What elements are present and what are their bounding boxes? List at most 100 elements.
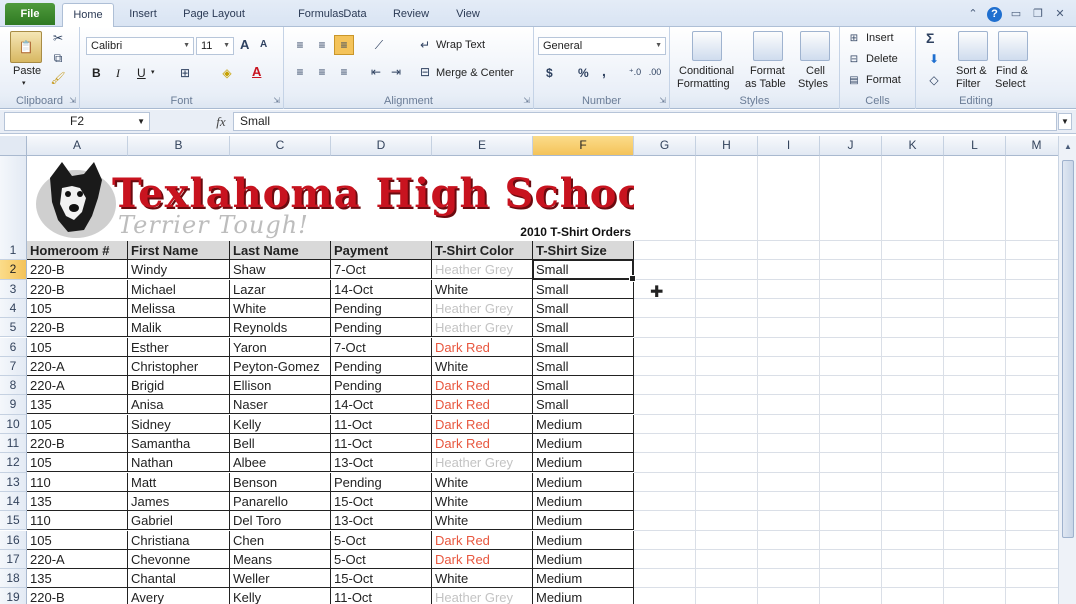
cell-styles-icon[interactable] [800,31,830,61]
table-cell[interactable]: 220-B [27,260,128,280]
table-cell[interactable]: White [432,356,533,376]
column-header-b[interactable]: B [128,136,230,156]
sort-filter-label-1[interactable]: Sort & [956,65,987,77]
table-cell[interactable]: Panarello [230,491,331,511]
align-left-icon[interactable]: ≡ [292,64,308,80]
row-header-12[interactable]: 12 [0,453,27,473]
decrease-indent-icon[interactable]: ⇤ [368,64,384,80]
table-cell[interactable]: Dark Red [432,337,533,357]
row-header-16[interactable]: 16 [0,530,27,550]
cell-styles-label-2[interactable]: Styles [798,78,828,90]
table-cell[interactable]: 11-Oct [331,414,432,434]
find-select-icon[interactable] [998,31,1028,61]
italic-button[interactable]: I [116,66,120,81]
table-cell[interactable]: Peyton-Gomez [230,356,331,376]
table-header-cell[interactable]: Homeroom # [27,241,128,260]
table-cell[interactable]: 220-A [27,549,128,569]
table-cell[interactable]: 135 [27,395,128,415]
table-cell[interactable]: White [432,279,533,299]
table-cell[interactable]: Dark Red [432,434,533,453]
table-cell[interactable]: Yaron [230,337,331,357]
table-cell[interactable]: Pending [331,356,432,376]
table-cell[interactable]: Kelly [230,588,331,604]
row-header-7[interactable]: 7 [0,356,27,377]
merge-center-icon[interactable]: ⊟ [418,64,432,80]
column-header-g[interactable]: G [634,136,696,156]
currency-button[interactable]: $ [546,66,553,80]
table-cell[interactable]: Heather Grey [432,260,533,280]
table-cell[interactable]: Dark Red [432,549,533,569]
formula-input[interactable]: Small [233,112,1057,131]
shrink-font-button[interactable]: A [260,39,267,50]
underline-button[interactable]: U [137,66,146,80]
font-name-combo[interactable]: Calibri ▼ [86,37,194,55]
table-cell[interactable]: White [432,569,533,589]
conditional-formatting-label-1[interactable]: Conditional [679,65,734,77]
table-cell[interactable]: 220-A [27,376,128,396]
table-cell[interactable]: Christiana [128,530,230,550]
table-cell[interactable]: Dark Red [432,414,533,434]
format-cells-button[interactable]: Format [866,74,901,86]
table-cell[interactable]: Pending [331,472,432,492]
table-cell[interactable]: Medium [533,569,634,589]
sort-filter-icon[interactable] [958,31,988,61]
table-cell[interactable]: Small [533,318,634,338]
table-cell[interactable]: Samantha [128,434,230,453]
row-header-8[interactable]: 8 [0,376,27,396]
table-cell[interactable]: 7-Oct [331,260,432,280]
format-as-table-label-2[interactable]: as Table [745,78,786,90]
table-cell[interactable]: Chantal [128,569,230,589]
table-cell[interactable]: Benson [230,472,331,492]
table-header-cell[interactable]: Last Name [230,241,331,260]
table-cell[interactable]: Lazar [230,279,331,299]
table-cell[interactable]: Dark Red [432,395,533,415]
table-cell[interactable]: Heather Grey [432,588,533,604]
column-header-a[interactable]: A [27,136,128,156]
bold-button[interactable]: B [92,66,101,80]
grow-font-button[interactable]: A [240,37,249,52]
underline-dropdown-icon[interactable]: ▾ [151,68,155,76]
tab-review[interactable]: Review [390,6,432,26]
table-cell[interactable]: 14-Oct [331,279,432,299]
paste-button[interactable]: Paste [13,65,41,77]
row-header-6[interactable]: 6 [0,337,27,357]
table-cell[interactable]: 13-Oct [331,453,432,473]
table-cell[interactable]: 105 [27,414,128,434]
minimize-ribbon-icon[interactable]: ⌃ [965,6,981,22]
table-cell[interactable]: Medium [533,511,634,531]
table-header-cell[interactable]: T-Shirt Color [432,241,533,260]
table-cell[interactable]: Michael [128,279,230,299]
column-header-m[interactable]: M [1006,136,1058,156]
table-cell[interactable]: Medium [533,453,634,473]
cut-icon[interactable]: ✂ [50,30,66,46]
table-cell[interactable]: 14-Oct [331,395,432,415]
table-cell[interactable]: Medium [533,588,634,604]
table-cell[interactable]: Dark Red [432,530,533,550]
number-launcher-icon[interactable]: ⇲ [659,96,666,105]
column-header-h[interactable]: H [696,136,758,156]
table-cell[interactable]: 110 [27,472,128,492]
scroll-up-icon[interactable]: ▲ [1062,142,1074,154]
find-select-label-2[interactable]: Select [995,78,1026,90]
table-cell[interactable]: Heather Grey [432,453,533,473]
table-cell[interactable]: Medium [533,491,634,511]
align-right-icon[interactable]: ≡ [336,64,352,80]
align-bottom-icon[interactable]: ≡ [334,35,354,55]
name-box[interactable]: F2 ▼ [4,112,150,131]
table-cell[interactable]: Matt [128,472,230,492]
row-header-1[interactable]: 1 [0,156,27,261]
insert-function-icon[interactable]: fx [210,112,232,131]
percent-button[interactable]: % [578,66,589,80]
row-header-17[interactable]: 17 [0,549,27,570]
table-cell[interactable]: Brigid [128,376,230,396]
paste-icon[interactable]: 📋 [10,31,42,63]
table-cell[interactable]: 11-Oct [331,434,432,453]
column-header-c[interactable]: C [230,136,331,156]
table-cell[interactable]: 11-Oct [331,588,432,604]
row-header-4[interactable]: 4 [0,298,27,319]
table-cell[interactable]: Del Toro [230,511,331,531]
row-header-2[interactable]: 2 [0,260,27,280]
minimize-window-icon[interactable]: ▭ [1008,6,1024,22]
column-header-k[interactable]: K [882,136,944,156]
conditional-formatting-icon[interactable] [692,31,722,61]
